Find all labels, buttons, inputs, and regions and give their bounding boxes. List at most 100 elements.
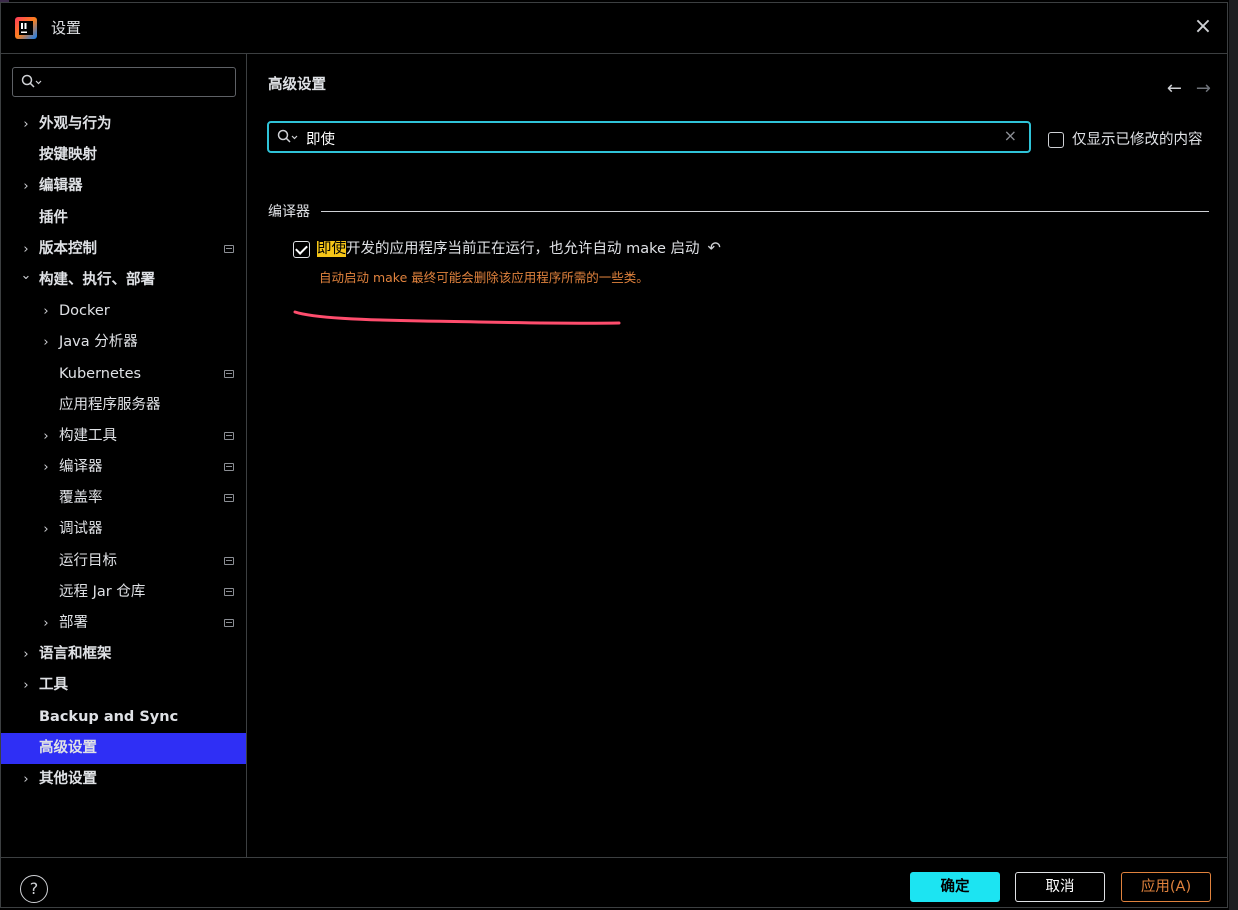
sidebar-item-label: 工具 bbox=[39, 677, 68, 694]
sidebar-item[interactable]: 远程 Jar 仓库 bbox=[1, 577, 246, 608]
option-label: 开发的应用程序当前正在运行，也允许自动 make 启动 bbox=[346, 241, 700, 257]
cancel-button[interactable]: 取消 bbox=[1015, 872, 1105, 902]
sidebar-item[interactable]: 高级设置 bbox=[1, 732, 246, 764]
group-divider bbox=[321, 211, 1209, 212]
chevron-right-icon[interactable]: › bbox=[39, 608, 53, 639]
sidebar-item-label: 调试器 bbox=[59, 521, 103, 538]
project-level-icon bbox=[224, 244, 234, 253]
option-warning-note: 自动启动 make 最终可能会删除该应用程序所需的一些类。 bbox=[319, 270, 649, 285]
search-icon bbox=[21, 74, 42, 88]
project-level-icon bbox=[224, 494, 234, 503]
chevron-right-icon[interactable]: › bbox=[39, 327, 53, 358]
apply-button[interactable]: 应用(A) bbox=[1121, 872, 1211, 902]
settings-tree: › 外观与行为 按键映射 › 编辑器 插件 › 版本控制 ⌄ 构建、执行、部署 › Docker › Ja… bbox=[1, 109, 246, 795]
history-navigation: ← → bbox=[1153, 78, 1211, 99]
project-level-icon bbox=[224, 556, 234, 565]
sidebar-item-label: 覆盖率 bbox=[59, 490, 103, 507]
sidebar-item[interactable]: › 其他设置 bbox=[1, 764, 246, 795]
ok-button[interactable]: 确定 bbox=[910, 872, 1000, 902]
sidebar-item[interactable]: › 版本控制 bbox=[1, 234, 246, 265]
sidebar-item-label: 编辑器 bbox=[39, 178, 83, 195]
close-icon[interactable]: × bbox=[1191, 15, 1215, 39]
search-match-highlight: 即使 bbox=[317, 241, 346, 257]
dialog-footer: ? 确定 取消 应用(A) bbox=[1, 857, 1227, 910]
sidebar-item-label: 构建工具 bbox=[59, 427, 117, 444]
chevron-right-icon[interactable]: › bbox=[19, 670, 33, 701]
sidebar-item[interactable]: › 语言和框架 bbox=[1, 639, 246, 670]
sidebar-item-label: 版本控制 bbox=[39, 240, 97, 257]
sidebar-item[interactable]: › Java 分析器 bbox=[1, 327, 246, 358]
chevron-right-icon[interactable]: › bbox=[19, 171, 33, 202]
chevron-right-icon[interactable]: › bbox=[19, 764, 33, 795]
project-level-icon bbox=[224, 619, 234, 627]
sidebar-item-label: Java 分析器 bbox=[59, 334, 138, 351]
checkbox-checked-icon[interactable] bbox=[293, 240, 310, 258]
sidebar-item[interactable]: › Docker bbox=[1, 296, 246, 327]
sidebar-item[interactable]: › 调试器 bbox=[1, 514, 246, 545]
sidebar-item-label: 编译器 bbox=[59, 459, 103, 476]
chevron-right-icon[interactable]: › bbox=[39, 421, 53, 452]
forward-arrow-icon[interactable]: → bbox=[1196, 78, 1211, 99]
sidebar-item[interactable]: › 外观与行为 bbox=[1, 109, 246, 140]
sidebar-item-label: 部署 bbox=[59, 615, 88, 631]
project-level-icon bbox=[224, 463, 234, 472]
sidebar-item[interactable]: Backup and Sync bbox=[1, 702, 246, 733]
chevron-right-icon[interactable]: › bbox=[19, 109, 33, 140]
sidebar-item[interactable]: 按键映射 bbox=[1, 140, 246, 171]
sidebar-item-label: 外观与行为 bbox=[39, 116, 112, 132]
sidebar-item-label: Docker bbox=[59, 303, 110, 320]
page-title: 高级设置 bbox=[268, 77, 326, 93]
help-icon[interactable]: ? bbox=[20, 875, 48, 903]
project-level-icon bbox=[224, 369, 234, 378]
chevron-right-icon[interactable]: › bbox=[19, 234, 33, 265]
sidebar-item[interactable]: 运行目标 bbox=[1, 546, 246, 577]
chevron-right-icon[interactable]: › bbox=[39, 296, 53, 327]
sidebar-item[interactable]: › 部署 bbox=[1, 608, 246, 639]
settings-sidebar: › 外观与行为 按键映射 › 编辑器 插件 › 版本控制 ⌄ 构建、执行、部署 › Docker › Ja… bbox=[1, 54, 247, 857]
sidebar-item[interactable]: 应用程序服务器 bbox=[1, 390, 246, 421]
group-header-compiler: 编译器 bbox=[268, 204, 310, 220]
red-underline-annotation bbox=[293, 310, 621, 325]
sidebar-item[interactable]: 覆盖率 bbox=[1, 483, 246, 514]
reset-to-default-icon[interactable]: ↶ bbox=[708, 238, 721, 257]
clear-search-icon[interactable]: × bbox=[1004, 126, 1017, 145]
sidebar-item-label: Backup and Sync bbox=[39, 708, 179, 725]
sidebar-item[interactable]: 插件 bbox=[1, 203, 246, 234]
dialog-title: 设置 bbox=[51, 19, 82, 37]
project-level-icon bbox=[224, 587, 234, 596]
sidebar-item[interactable]: › 工具 bbox=[1, 670, 246, 701]
sidebar-item-label: 高级设置 bbox=[39, 739, 97, 756]
chevron-right-icon[interactable]: › bbox=[19, 639, 33, 670]
background-window-strip bbox=[1229, 0, 1238, 910]
chevron-right-icon[interactable]: › bbox=[39, 452, 53, 483]
back-arrow-icon[interactable]: ← bbox=[1167, 78, 1182, 99]
sidebar-item[interactable]: ⌄ 构建、执行、部署 bbox=[1, 265, 246, 296]
settings-dialog: 设置 × › 外观与行为 按键映射 › 编辑器 插件 › 版本控制 ⌄ 构建、执行、部署 › Dock… bbox=[0, 2, 1228, 908]
sidebar-item-label: 其他设置 bbox=[39, 770, 97, 787]
title-bar: 设置 × bbox=[1, 3, 1227, 54]
sidebar-item[interactable]: › 构建工具 bbox=[1, 421, 246, 452]
modified-only-checkbox[interactable]: 仅显示已修改的内容 bbox=[1048, 128, 1203, 149]
sidebar-item[interactable]: › 编译器 bbox=[1, 452, 246, 483]
auto-make-option[interactable]: 即使开发的应用程序当前正在运行，也允许自动 make 启动 ↶ bbox=[293, 237, 721, 258]
sidebar-search-input[interactable] bbox=[12, 67, 236, 97]
sidebar-item-label: Kubernetes bbox=[59, 365, 142, 382]
advanced-settings-panel: 高级设置 ← → 即使 × 仅显示已修改的内容 编译器 即使开发的应用程序当前正在… bbox=[247, 54, 1227, 857]
sidebar-item-label: 语言和框架 bbox=[39, 646, 112, 663]
sidebar-item-label: 运行目标 bbox=[59, 552, 117, 569]
sidebar-item[interactable]: Kubernetes bbox=[1, 359, 246, 390]
modified-only-label: 仅显示已修改的内容 bbox=[1072, 132, 1203, 148]
sidebar-item-label: 插件 bbox=[39, 209, 68, 226]
project-level-icon bbox=[224, 431, 234, 440]
chevron-down-icon[interactable]: ⌄ bbox=[19, 265, 33, 287]
chevron-right-icon[interactable]: › bbox=[39, 514, 53, 545]
sidebar-item-label: 远程 Jar 仓库 bbox=[59, 583, 146, 600]
sidebar-item-label: 构建、执行、部署 bbox=[39, 271, 155, 288]
checkbox-unchecked-icon[interactable] bbox=[1048, 132, 1064, 148]
sidebar-item[interactable]: › 编辑器 bbox=[1, 171, 246, 202]
settings-search-input[interactable]: 即使 × bbox=[267, 121, 1031, 153]
search-query-text: 即使 bbox=[306, 132, 335, 148]
intellij-logo-icon bbox=[15, 17, 37, 39]
sidebar-item-label: 应用程序服务器 bbox=[59, 396, 161, 413]
search-icon bbox=[277, 129, 298, 143]
